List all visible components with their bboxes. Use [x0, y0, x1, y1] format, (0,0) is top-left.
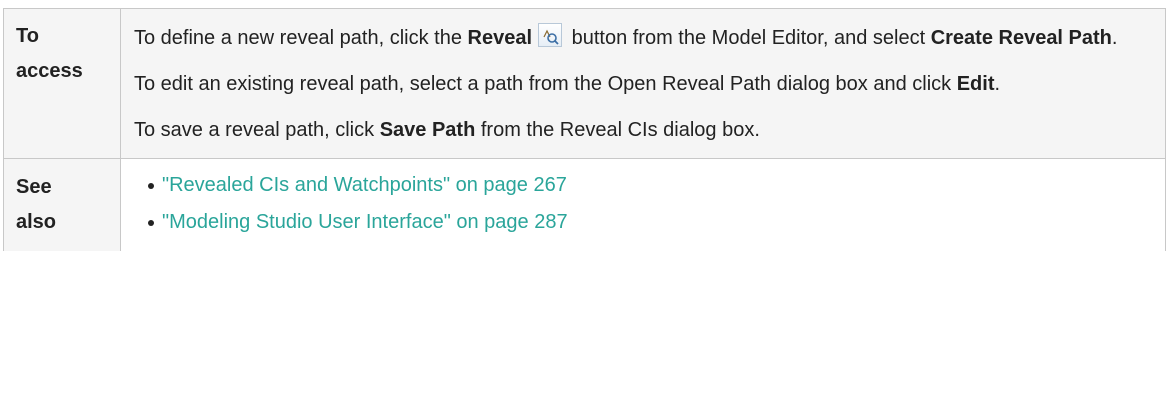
edit-bold: Edit [956, 73, 995, 95]
to-access-label-line2: access [16, 60, 83, 82]
modeling-studio-ui-link[interactable]: "Modeling Studio User Interface" on page… [162, 211, 568, 233]
see-also-label: See also [3, 158, 121, 251]
info-table: To access To define a new reveal path, c… [3, 8, 1166, 251]
reveal-search-icon [538, 23, 563, 47]
see-also-row: See also "Revealed CIs and Watchpoints" … [3, 158, 1166, 251]
see-also-label-line2: also [16, 211, 57, 233]
bullet-icon [148, 219, 154, 226]
to-access-label-line1: To [16, 25, 39, 47]
see-also-link-list: "Revealed CIs and Watchpoints" on page 2… [134, 167, 1155, 241]
access-p1-middle: button from the Model Editor, and select [566, 27, 931, 49]
access-paragraph-save-path: To save a reveal path, click Save Path f… [134, 113, 1155, 148]
create-reveal-path-bold: Create Reveal Path [930, 27, 1112, 49]
reveal-bold: Reveal [467, 27, 533, 49]
access-paragraph-edit-path: To edit an existing reveal path, select … [134, 67, 1155, 102]
see-also-content: "Revealed CIs and Watchpoints" on page 2… [120, 158, 1166, 251]
see-also-label-line1: See [16, 176, 52, 198]
access-p1-prefix: To define a new reveal path, click the [134, 27, 468, 49]
bullet-icon [148, 182, 154, 189]
access-paragraph-new-path: To define a new reveal path, click the R… [134, 21, 1155, 56]
access-p2-suffix: . [994, 73, 1001, 95]
revealed-cis-watchpoints-link[interactable]: "Revealed CIs and Watchpoints" on page 2… [162, 174, 567, 196]
access-p3-prefix: To save a reveal path, click [134, 119, 380, 141]
access-p3-suffix: from the Reveal CIs dialog box. [475, 119, 760, 141]
to-access-row: To access To define a new reveal path, c… [3, 8, 1166, 159]
to-access-label: To access [3, 8, 121, 159]
access-p1-suffix: . [1111, 27, 1118, 49]
see-also-list-item: "Modeling Studio User Interface" on page… [148, 204, 1155, 241]
access-p2-prefix: To edit an existing reveal path, select … [134, 73, 957, 95]
to-access-content: To define a new reveal path, click the R… [120, 8, 1166, 159]
save-path-bold: Save Path [379, 119, 476, 141]
see-also-list-item: "Revealed CIs and Watchpoints" on page 2… [148, 167, 1155, 204]
